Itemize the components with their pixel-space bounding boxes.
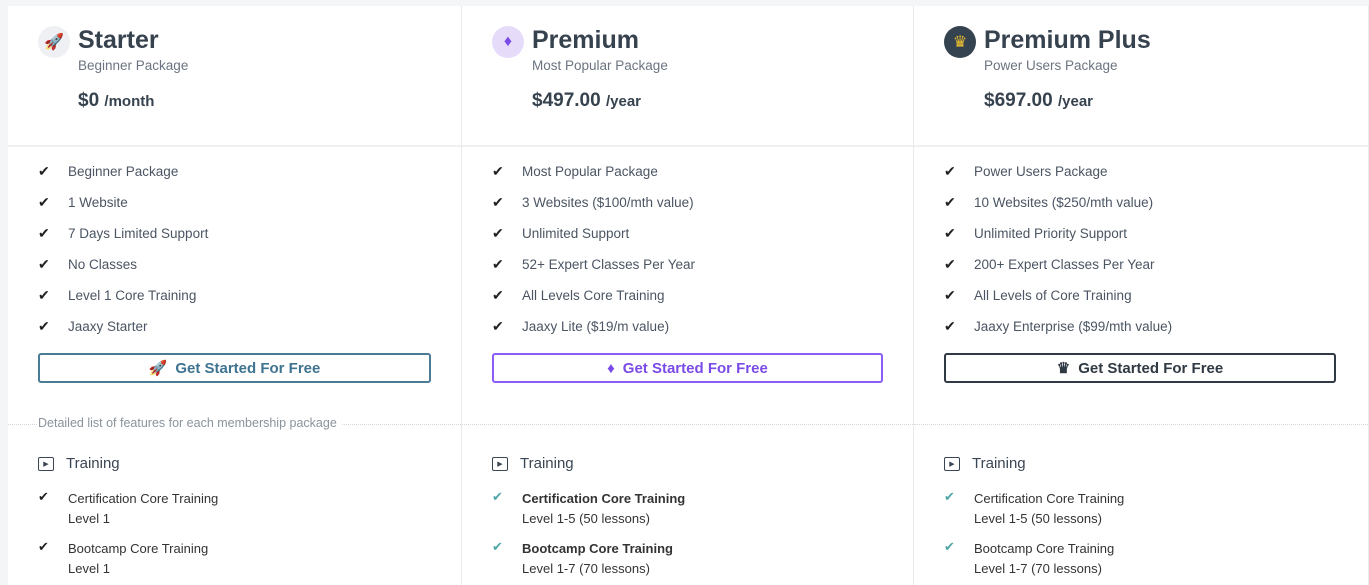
plan-price: $0 /month xyxy=(78,90,155,111)
training-item: ✔ Bootcamp Core Training Level 1-7 (70 les… xyxy=(944,539,1114,579)
plan-title: Premium Plus xyxy=(984,26,1151,54)
check-icon: ✔ xyxy=(492,287,504,303)
check-icon: ✔ xyxy=(944,489,955,504)
feature-item: ✔ Unlimited Priority Support xyxy=(944,225,1128,241)
get-started-button[interactable]: 🚀 Get Started For Free xyxy=(38,353,431,383)
diamond-icon: ♦ xyxy=(492,26,524,58)
training-item: ✔ Certification Core Training Level 1-5 (5… xyxy=(492,489,685,529)
check-icon: ✔ xyxy=(492,256,504,272)
crown-icon: ♛ xyxy=(944,26,976,58)
check-icon: ✔ xyxy=(492,489,503,504)
check-icon: ✔ xyxy=(38,163,50,179)
plan-card-premium: ♦ Premium Most Popular Package $497.00 /… xyxy=(462,6,914,585)
diamond-icon: ♦ xyxy=(607,359,615,377)
feature-item: ✔ Most Popular Package xyxy=(492,163,658,179)
feature-item: ✔ 52+ Expert Classes Per Year xyxy=(492,256,695,272)
check-icon: ✔ xyxy=(944,225,956,241)
training-section-title: ▶ Training xyxy=(492,455,574,472)
check-icon: ✔ xyxy=(944,256,956,272)
check-icon: ✔ xyxy=(38,539,49,554)
feature-list: ✔ Power Users Package ✔ 10 Websites ($250/m… xyxy=(944,156,1172,342)
feature-list: ✔ Beginner Package ✔ 1 Website ✔ 7 Days Limit… xyxy=(38,156,208,342)
feature-item: ✔ 7 Days Limited Support xyxy=(38,225,209,241)
check-icon: ✔ xyxy=(38,489,49,504)
feature-item: ✔ Jaaxy Lite ($19/m value) xyxy=(492,318,670,334)
feature-item: ✔ Jaaxy Enterprise ($99/mth value) xyxy=(944,318,1173,334)
crown-icon: ♛ xyxy=(1056,360,1071,377)
check-icon: ✔ xyxy=(38,256,50,272)
features-note: Detailed list of features for each membe… xyxy=(38,416,341,430)
feature-item: ✔ Power Users Package xyxy=(944,163,1108,179)
plan-title: Premium xyxy=(532,26,639,54)
check-icon: ✔ xyxy=(944,539,955,554)
training-item: ✔ Certification Core Training Level 1-5 (5… xyxy=(944,489,1124,529)
check-icon: ✔ xyxy=(492,194,504,210)
rocket-icon: 🚀 xyxy=(148,360,168,377)
feature-item: ✔ 3 Websites ($100/mth value) xyxy=(492,194,694,210)
divider xyxy=(914,424,1368,425)
plan-header: ♦ Premium Most Popular Package $497.00 /… xyxy=(462,6,913,147)
plan-card-premium-plus: ♛ Premium Plus Power Users Package $697.… xyxy=(914,6,1369,585)
check-icon: ✔ xyxy=(38,225,50,241)
get-started-button[interactable]: ♦ Get Started For Free xyxy=(492,353,883,383)
feature-item: ✔ Level 1 Core Training xyxy=(38,287,197,303)
training-item: ✔ Bootcamp Core Training Level 1 xyxy=(38,539,208,579)
check-icon: ✔ xyxy=(944,194,956,210)
plan-card-starter: 🚀 Starter Beginner Package $0 /month ✔ Be… xyxy=(8,6,462,585)
check-icon: ✔ xyxy=(492,163,504,179)
check-icon: ✔ xyxy=(38,318,50,334)
feature-list: ✔ Most Popular Package ✔ 3 Websites ($100/m… xyxy=(492,156,695,342)
feature-item: ✔ 200+ Expert Classes Per Year xyxy=(944,256,1155,272)
divider xyxy=(462,424,913,425)
feature-item: ✔ 10 Websites ($250/mth value) xyxy=(944,194,1154,210)
feature-item: ✔ Beginner Package xyxy=(38,163,179,179)
plan-price: $497.00 /year xyxy=(532,90,642,111)
check-icon: ✔ xyxy=(944,163,956,179)
check-icon: ✔ xyxy=(492,539,503,554)
check-icon: ✔ xyxy=(944,318,956,334)
plan-title: Starter xyxy=(78,26,159,54)
get-started-button[interactable]: ♛ Get Started For Free xyxy=(944,353,1336,383)
feature-item: ✔ All Levels of Core Training xyxy=(944,287,1132,303)
check-icon: ✔ xyxy=(944,287,956,303)
training-section-title: ▶ Training xyxy=(944,455,1026,472)
feature-item: ✔ Unlimited Support xyxy=(492,225,630,241)
feature-item: ✔ Jaaxy Starter xyxy=(38,318,148,334)
plan-price: $697.00 /year xyxy=(984,90,1094,111)
check-icon: ✔ xyxy=(38,287,50,303)
training-section-title: ▶ Training xyxy=(38,455,120,472)
training-item: ✔ Bootcamp Core Training Level 1-7 (70 les… xyxy=(492,539,673,579)
plan-subtitle: Most Popular Package xyxy=(532,58,668,73)
feature-item: ✔ All Levels Core Training xyxy=(492,287,665,303)
plan-subtitle: Beginner Package xyxy=(78,58,189,73)
feature-item: ✔ No Classes xyxy=(38,256,138,272)
check-icon: ✔ xyxy=(492,225,504,241)
check-icon: ✔ xyxy=(38,194,50,210)
play-icon: ▶ xyxy=(38,456,54,471)
training-item: ✔ Certification Core Training Level 1 xyxy=(38,489,218,529)
play-icon: ▶ xyxy=(944,456,960,471)
feature-item: ✔ 1 Website xyxy=(38,194,128,210)
rocket-icon: 🚀 xyxy=(38,26,70,58)
plan-header: ♛ Premium Plus Power Users Package $697.… xyxy=(914,6,1368,147)
plan-header: 🚀 Starter Beginner Package $0 /month xyxy=(8,6,461,147)
play-icon: ▶ xyxy=(492,456,508,471)
check-icon: ✔ xyxy=(492,318,504,334)
plan-subtitle: Power Users Package xyxy=(984,58,1118,73)
